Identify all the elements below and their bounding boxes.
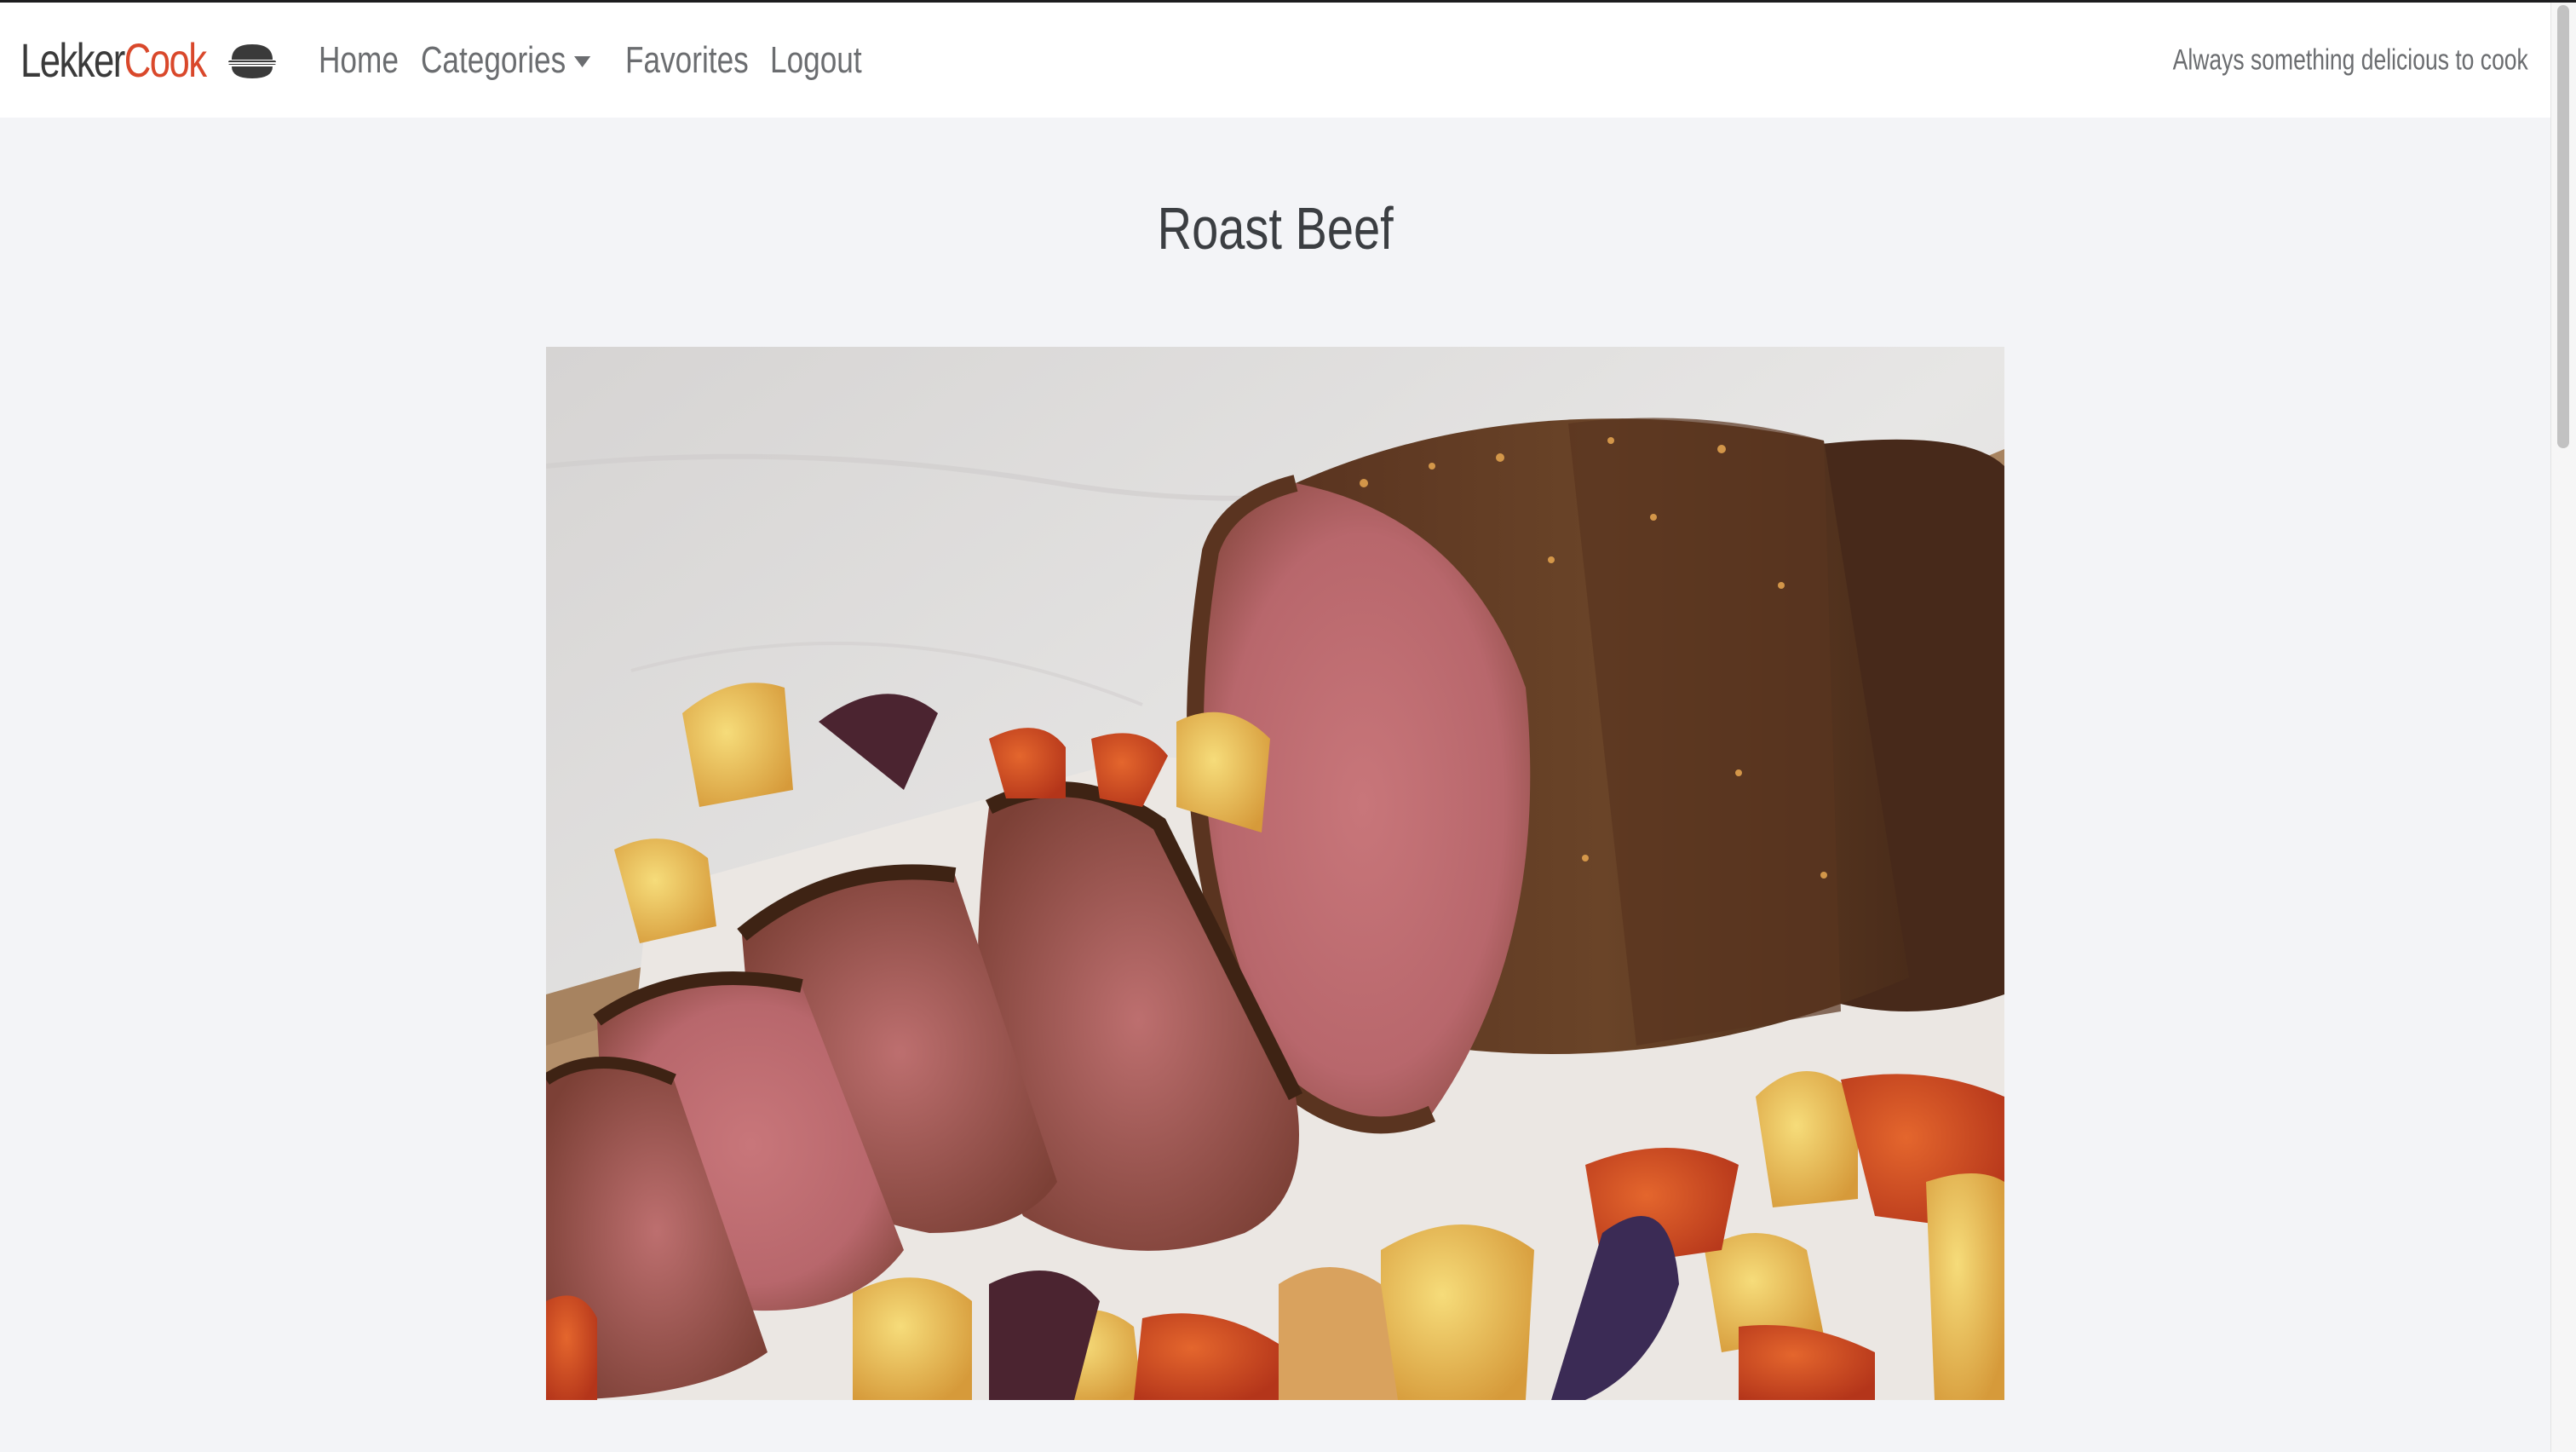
scrollbar-thumb[interactable] xyxy=(2557,5,2569,448)
nav-home[interactable]: Home xyxy=(319,39,421,82)
brand-logo[interactable]: LekkerCook xyxy=(20,32,278,88)
recipe-image xyxy=(546,347,2004,1400)
chevron-down-icon xyxy=(573,56,591,68)
nav-favorites-label: Favorites xyxy=(625,38,749,81)
nav-categories-label: Categories xyxy=(421,39,591,82)
nav-home-label: Home xyxy=(319,38,399,81)
nav-favorites[interactable]: Favorites xyxy=(625,39,770,82)
nav-logout-label: Logout xyxy=(770,38,862,81)
nav-logout[interactable]: Logout xyxy=(770,39,889,82)
navbar: LekkerCook Home Categories Favorites Log… xyxy=(0,3,2550,118)
nav-categories-dropdown[interactable]: Categories xyxy=(421,39,625,82)
cooking-pot-icon xyxy=(227,43,278,78)
tagline: Always something delicious to cook xyxy=(2172,43,2528,76)
brand-name: LekkerCook xyxy=(20,33,207,87)
recipe-title: Roast Beef xyxy=(1157,195,1394,262)
